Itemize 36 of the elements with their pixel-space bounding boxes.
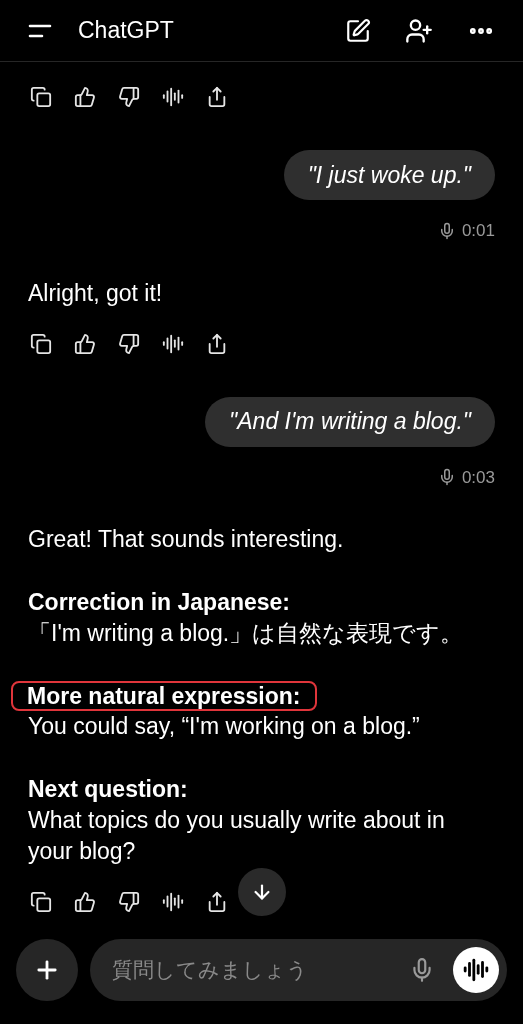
menu-icon[interactable] xyxy=(28,23,52,38)
thumbs-up-icon[interactable] xyxy=(74,332,96,355)
new-chat-icon[interactable] xyxy=(345,17,371,44)
copy-icon[interactable] xyxy=(30,332,52,355)
section-heading: Next question: xyxy=(28,775,188,804)
message-text: Alright, got it! xyxy=(28,278,163,308)
voice-mode-button[interactable] xyxy=(453,947,499,993)
message-text: Great! That sounds interesting. xyxy=(28,525,344,554)
share-icon[interactable] xyxy=(206,332,228,355)
section-heading: Correction in Japanese: xyxy=(28,588,291,617)
thumbs-up-icon[interactable] xyxy=(74,891,96,913)
thumbs-down-icon[interactable] xyxy=(118,86,140,108)
thumbs-down-icon[interactable] xyxy=(118,891,140,913)
message-text: What topics do you usually write about in your blog? xyxy=(28,806,446,866)
read-aloud-icon[interactable] xyxy=(162,86,184,108)
copy-icon[interactable] xyxy=(30,891,52,913)
user-message-bubble: "I just woke up." xyxy=(283,150,495,200)
scroll-down-button[interactable] xyxy=(238,868,286,916)
copy-icon[interactable] xyxy=(30,86,52,108)
share-icon[interactable] xyxy=(206,86,228,108)
thumbs-up-icon[interactable] xyxy=(74,86,96,108)
message-input-field[interactable]: 質問してみましょう xyxy=(112,954,409,986)
section-heading: More natural expression: xyxy=(11,681,317,711)
composer-bar[interactable]: 質問してみましょう xyxy=(90,939,507,1001)
thumbs-down-icon[interactable] xyxy=(118,332,140,355)
message-text: 「I'm writing a blog.」は自然な表現です。 xyxy=(28,619,464,648)
read-aloud-icon[interactable] xyxy=(162,332,184,355)
user-message-bubble: "And I'm writing a blog." xyxy=(205,396,495,447)
app-title: ChatGPT xyxy=(78,16,174,46)
voice-duration: 0:01 xyxy=(461,220,495,242)
add-person-icon[interactable] xyxy=(405,16,433,45)
voice-duration: 0:03 xyxy=(461,466,495,489)
message-text: You could say, “I'm working on a blog.” xyxy=(28,712,420,741)
share-icon[interactable] xyxy=(206,891,228,913)
audio-lines-icon xyxy=(463,957,489,983)
read-aloud-icon[interactable] xyxy=(162,891,184,913)
